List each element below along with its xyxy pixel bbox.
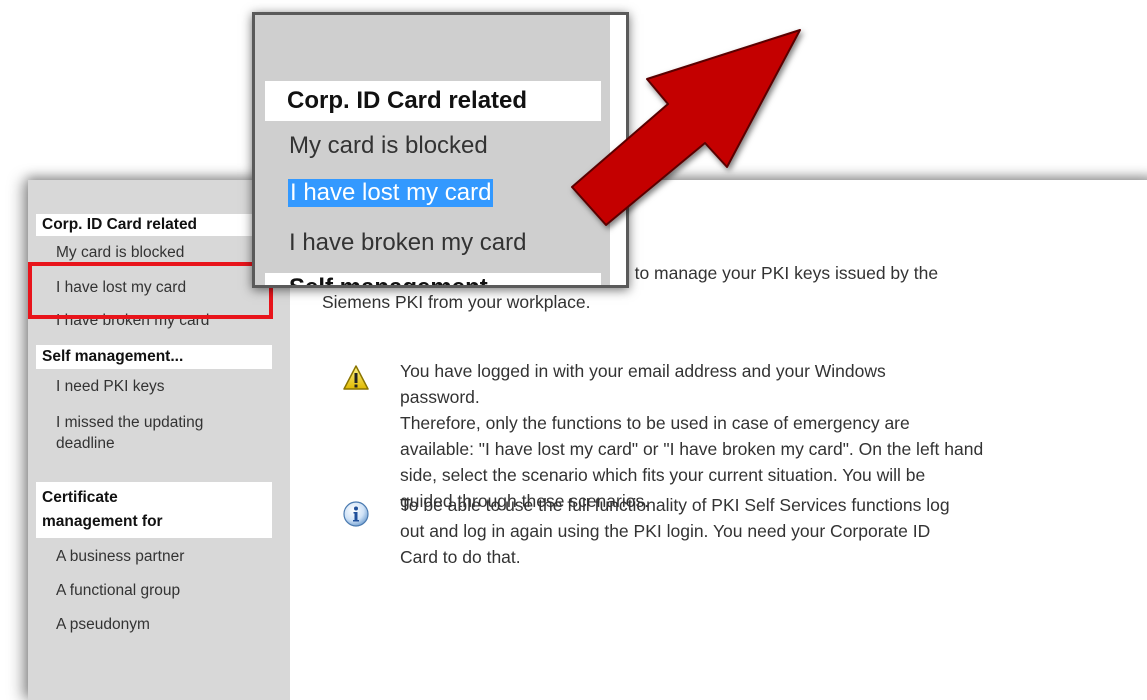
zoom-item-broken-card[interactable]: I have broken my card [289,229,526,257]
zoom-callout: Corp. ID Card related My card is blocked… [252,12,629,288]
sidebar-item-missed-deadline[interactable]: I missed the updating deadline [56,412,256,454]
sidebar-item-card-blocked[interactable]: My card is blocked [56,244,184,262]
sidebar-item-business-partner[interactable]: A business partner [56,548,184,566]
intro-text: Siemens PKI from your workplace. [322,292,591,312]
zoom-item-lost-card-selected[interactable]: I have lost my card [288,179,494,207]
zoom-edge [610,15,626,285]
sidebar-heading-corp-id-card: Corp. ID Card related [36,214,262,236]
info-text: out and log in again using the PKI login… [400,521,931,541]
warning-text: side, select the scenario which fits you… [400,465,926,485]
warning-text: You have logged in with your email addre… [400,361,886,381]
sidebar: Corp. ID Card related My card is blocked… [28,180,290,700]
warning-icon [342,364,370,397]
zoom-heading-corp-id-card: Corp. ID Card related [265,81,601,121]
highlight-box [28,262,273,319]
warning-text: Therefore, only the functions to be used… [400,413,910,433]
sidebar-item-functional-group[interactable]: A functional group [56,582,180,600]
sidebar-item-need-pki-keys[interactable]: I need PKI keys [56,378,165,396]
zoom-heading-self-management: Self management... [265,273,601,285]
intro-text: u to manage your PKI keys issued by the [620,263,939,283]
warning-text: available: "I have lost my card" or "I h… [400,439,984,459]
zoom-item-card-blocked[interactable]: My card is blocked [289,132,488,160]
sidebar-item-pseudonym[interactable]: A pseudonym [56,616,150,634]
sidebar-heading-certificate-management: Certificate management for [36,482,272,538]
info-text: Card to do that. [400,547,521,567]
info-text: To be able to use the full functionality… [400,495,950,515]
sidebar-heading-self-management: Self management... [36,345,272,369]
warning-text: password. [400,387,480,407]
heading-line: management for [42,513,163,530]
info-icon [342,500,370,533]
heading-line: Certificate [42,489,118,506]
